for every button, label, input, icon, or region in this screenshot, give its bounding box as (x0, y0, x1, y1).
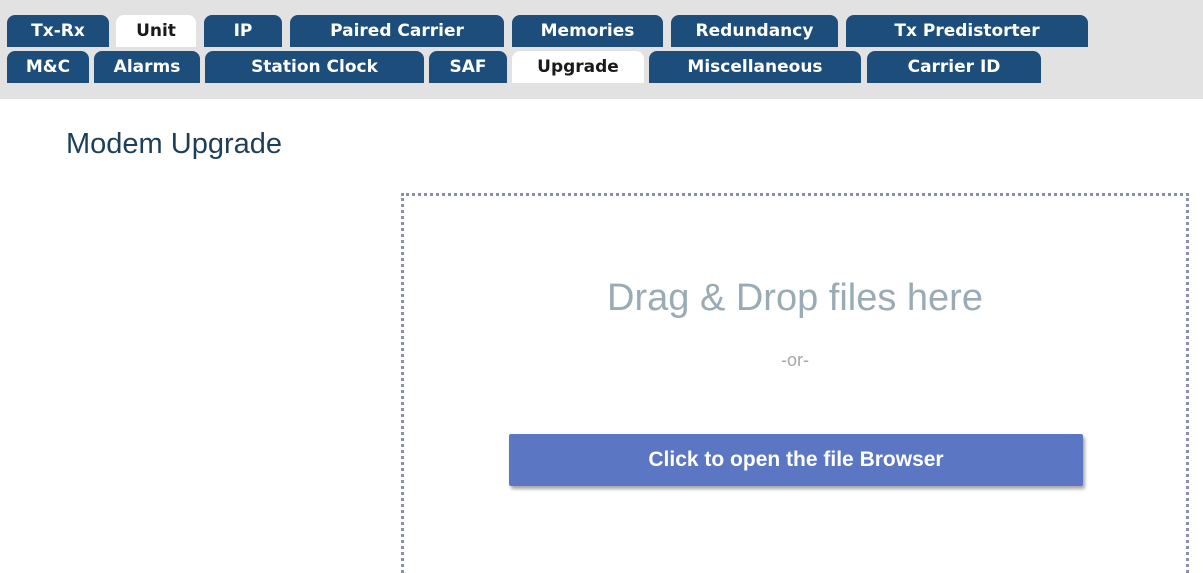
tab-bar: Tx-Rx Unit IP Paired Carrier Memories Re… (0, 0, 1203, 99)
tab-station-clock[interactable]: Station Clock (205, 51, 424, 83)
tab-saf[interactable]: SAF (429, 51, 507, 83)
open-file-browser-button[interactable]: Click to open the file Browser (509, 434, 1083, 486)
tab-tx-rx[interactable]: Tx-Rx (7, 15, 109, 47)
file-drop-zone[interactable] (401, 193, 1189, 573)
tab-row-secondary: M&C Alarms Station Clock SAF Upgrade Mis… (0, 51, 1203, 83)
tab-ip[interactable]: IP (204, 15, 282, 47)
tab-upgrade[interactable]: Upgrade (512, 51, 644, 83)
tab-row-primary: Tx-Rx Unit IP Paired Carrier Memories Re… (0, 15, 1203, 47)
tab-carrier-id[interactable]: Carrier ID (867, 51, 1041, 83)
tab-memories[interactable]: Memories (512, 15, 663, 47)
tab-redundancy[interactable]: Redundancy (671, 15, 838, 47)
tab-unit[interactable]: Unit (116, 15, 196, 47)
page-title: Modem Upgrade (66, 128, 282, 160)
tab-m-and-c[interactable]: M&C (7, 51, 89, 83)
tab-paired-carrier[interactable]: Paired Carrier (290, 15, 504, 47)
tab-alarms[interactable]: Alarms (94, 51, 200, 83)
tab-miscellaneous[interactable]: Miscellaneous (649, 51, 861, 83)
tab-tx-predistorter[interactable]: Tx Predistorter (846, 15, 1088, 47)
